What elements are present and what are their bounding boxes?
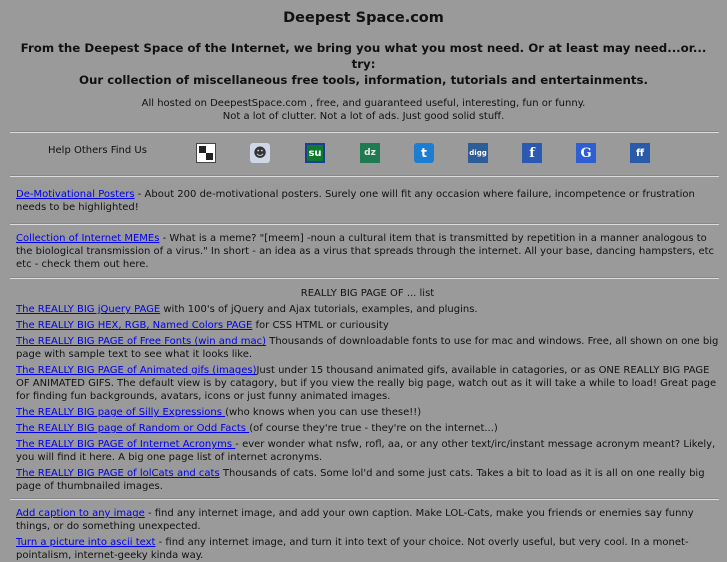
list-item: Add caption to any image - find any inte… bbox=[16, 507, 719, 533]
tools-list: Add caption to any image - find any inte… bbox=[16, 507, 719, 562]
list-item: The REALLY BIG PAGE of Animated gifs (im… bbox=[16, 364, 719, 403]
site-title: Deepest Space.com bbox=[283, 10, 444, 26]
share-label: Help Others Find Us bbox=[48, 145, 147, 156]
list-item: The REALLY BIG PAGE of lolCats and cats … bbox=[16, 467, 719, 493]
list-item: The REALLY BIG PAGE of Free Fonts (win a… bbox=[16, 335, 719, 361]
section-divider bbox=[10, 277, 719, 279]
facebook-icon[interactable]: f bbox=[522, 143, 542, 163]
hosted-line-2: Not a lot of clutter. Not a lot of ads. … bbox=[222, 111, 505, 122]
hosted-note: All hosted on DeepestSpace.com , free, a… bbox=[0, 97, 727, 123]
list-item: The REALLY BIG jQuery PAGE with 100's of… bbox=[16, 303, 719, 316]
intro-line-1: From the Deepest Space of the Internet, … bbox=[20, 41, 707, 71]
add-caption-link[interactable]: Add caption to any image bbox=[16, 508, 145, 519]
list-item: The REALLY BIG page of Silly Expressions… bbox=[16, 406, 719, 419]
list-item-text: (of course they're true - they're on the… bbox=[249, 423, 498, 434]
dzone-icon[interactable]: dz bbox=[360, 143, 380, 163]
intro-line-2: Our collection of miscellaneous free too… bbox=[78, 73, 649, 87]
friendfeed-icon[interactable]: ff bbox=[630, 143, 650, 163]
list-item-text: for CSS HTML or curiousity bbox=[252, 320, 389, 331]
digg-icon[interactable]: digg bbox=[468, 143, 488, 163]
internet-acronyms-page-link[interactable]: The REALLY BIG PAGE of Internet Acronyms bbox=[16, 439, 235, 450]
section-divider bbox=[10, 223, 719, 225]
share-bar: Help Others Find Us ☻ su dz t digg f G f… bbox=[10, 131, 719, 177]
google-icon[interactable]: G bbox=[576, 143, 596, 163]
memes-entry: Collection of Internet MEMEs - What is a… bbox=[16, 232, 719, 271]
big-page-list: REALLY BIG PAGE OF ... list The REALLY B… bbox=[16, 287, 719, 493]
fonts-page-link[interactable]: The REALLY BIG PAGE of Free Fonts (win a… bbox=[16, 336, 266, 347]
section-divider bbox=[10, 498, 719, 500]
posters-entry: De-Motivational Posters - About 200 de-m… bbox=[16, 188, 719, 214]
silly-expressions-page-link[interactable]: The REALLY BIG page of Silly Expressions bbox=[16, 407, 225, 418]
list-item: The REALLY BIG HEX, RGB, Named Colors PA… bbox=[16, 319, 719, 332]
big-page-heading: REALLY BIG PAGE OF ... list bbox=[300, 288, 435, 299]
colors-page-link[interactable]: The REALLY BIG HEX, RGB, Named Colors PA… bbox=[16, 320, 252, 331]
reddit-icon[interactable]: ☻ bbox=[250, 143, 270, 163]
site-header: Deepest Space.com From the Deepest Space… bbox=[0, 0, 727, 123]
page: Deepest Space.com From the Deepest Space… bbox=[0, 0, 727, 561]
odd-facts-page-link[interactable]: The REALLY BIG page of Random or Odd Fac… bbox=[16, 423, 249, 434]
lolcats-page-link[interactable]: The REALLY BIG PAGE of lolCats and cats bbox=[16, 468, 220, 479]
jquery-page-link[interactable]: The REALLY BIG jQuery PAGE bbox=[16, 304, 160, 315]
list-item: The REALLY BIG page of Random or Odd Fac… bbox=[16, 422, 719, 435]
stumbleupon-icon[interactable]: su bbox=[305, 143, 325, 163]
technorati-icon[interactable]: t bbox=[414, 143, 434, 163]
demotivational-posters-link[interactable]: De-Motivational Posters bbox=[16, 189, 135, 200]
list-item-text: with 100's of jQuery and Ajax tutorials,… bbox=[160, 304, 478, 315]
list-item: Turn a picture into ascii text - find an… bbox=[16, 536, 719, 562]
animated-gifs-page-link[interactable]: The REALLY BIG PAGE of Animated gifs (im… bbox=[16, 365, 256, 376]
delicious-icon[interactable] bbox=[196, 143, 216, 163]
site-intro: From the Deepest Space of the Internet, … bbox=[10, 40, 717, 88]
internet-memes-link[interactable]: Collection of Internet MEMEs bbox=[16, 233, 159, 244]
hosted-line-1: All hosted on DeepestSpace.com , free, a… bbox=[141, 98, 586, 109]
list-item-text: (who knows when you can use these!!) bbox=[225, 407, 422, 418]
list-item: The REALLY BIG PAGE of Internet Acronyms… bbox=[16, 438, 719, 464]
ascii-text-link[interactable]: Turn a picture into ascii text bbox=[16, 537, 155, 548]
